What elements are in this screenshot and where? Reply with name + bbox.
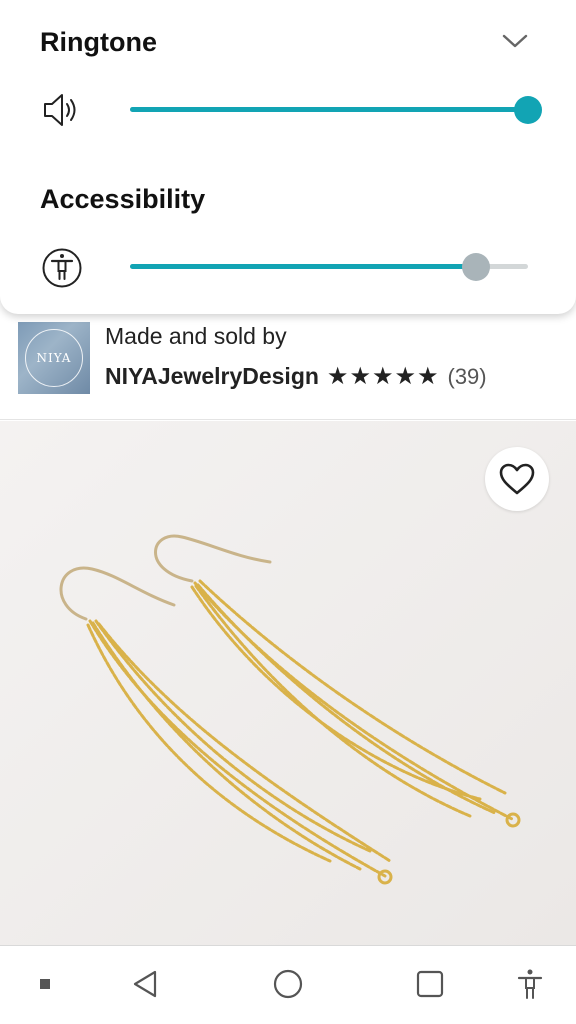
recents-icon xyxy=(416,970,444,998)
rating-stars: ★★★★★ xyxy=(326,363,440,390)
heart-icon xyxy=(499,463,535,495)
review-count[interactable]: (39) xyxy=(448,364,487,390)
nav-home-button[interactable] xyxy=(268,964,308,1004)
product-image[interactable] xyxy=(0,421,576,945)
slider-fill xyxy=(130,264,476,269)
nav-accessibility-button[interactable] xyxy=(510,964,550,1004)
nav-recents-button[interactable] xyxy=(410,964,450,1004)
accessibility-title: Accessibility xyxy=(40,184,206,214)
volume-panel: Ringtone Accessibility xyxy=(0,0,576,314)
slider-thumb[interactable] xyxy=(462,253,490,281)
nav-square-dot-button[interactable] xyxy=(32,964,58,1004)
earrings-image xyxy=(0,421,576,945)
system-nav-bar xyxy=(0,945,576,1024)
square-dot-icon xyxy=(40,979,50,989)
shop-logo-text: NIYA xyxy=(36,351,72,365)
collapse-button[interactable] xyxy=(497,26,533,56)
slider-thumb[interactable] xyxy=(514,96,542,124)
made-by-label: Made and sold by xyxy=(105,323,287,349)
shop-logo[interactable]: NIYA xyxy=(18,322,90,394)
favorite-button[interactable] xyxy=(485,447,549,511)
accessibility-icon[interactable] xyxy=(40,246,84,290)
back-icon xyxy=(133,970,157,998)
shop-row: NIYAJewelryDesign ★★★★★ (39) xyxy=(105,362,487,391)
ringtone-volume-slider[interactable] xyxy=(130,95,542,125)
shop-name-link[interactable]: NIYAJewelryDesign xyxy=(105,363,319,390)
ringtone-title: Ringtone xyxy=(40,27,157,57)
chevron-down-icon xyxy=(502,34,528,48)
home-icon xyxy=(273,969,303,999)
accessibility-volume-slider[interactable] xyxy=(130,252,528,282)
seller-info: NIYA Made and sold by NIYAJewelryDesign … xyxy=(0,314,576,420)
nav-back-button[interactable] xyxy=(125,964,165,1004)
speaker-icon[interactable] xyxy=(40,88,84,132)
accessibility-icon xyxy=(517,969,543,999)
slider-fill xyxy=(130,107,528,112)
